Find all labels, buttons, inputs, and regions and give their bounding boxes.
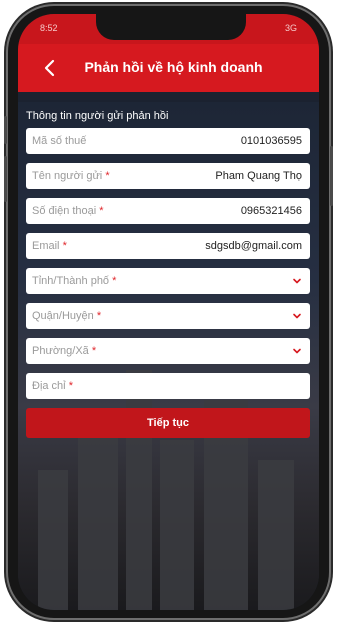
background-building — [160, 440, 194, 610]
email-placeholder: Email * — [32, 240, 67, 252]
district-select[interactable]: Quận/Huyện * — [26, 303, 310, 329]
district-placeholder: Quận/Huyện * — [32, 310, 102, 322]
tax-code-placeholder: Mã số thuế — [32, 135, 87, 147]
address-placeholder: Địa chỉ * — [32, 380, 73, 392]
camera-notch — [96, 14, 246, 40]
required-marker: * — [96, 310, 102, 322]
required-marker: * — [99, 205, 104, 217]
required-marker: * — [62, 240, 67, 252]
continue-button[interactable]: Tiếp tục — [26, 408, 310, 438]
background-building — [126, 370, 152, 610]
sender-name-field[interactable]: Tên người gửi * Pham Quang Thọ — [26, 163, 310, 189]
background-building — [38, 470, 68, 610]
app-header: Phản hồi về hộ kinh doanh — [18, 44, 319, 92]
phone-number-placeholder: Số điện thoại * — [32, 205, 104, 217]
volume-button — [4, 116, 7, 144]
required-marker: * — [68, 380, 73, 392]
email-field[interactable]: Email * sdgsdb@gmail.com — [26, 233, 310, 259]
phone-number-field[interactable]: Số điện thoại * 0965321456 — [26, 198, 310, 224]
chevron-down-icon — [293, 278, 301, 284]
status-time: 8:52 — [40, 23, 58, 33]
tax-code-value: 0101036595 — [240, 135, 302, 147]
sender-name-placeholder: Tên người gửi * — [32, 170, 110, 182]
chevron-down-icon — [293, 313, 301, 319]
province-select[interactable]: Tỉnh/Thành phố * — [26, 268, 310, 294]
ward-placeholder: Phường/Xã * — [32, 345, 97, 357]
volume-button — [4, 156, 7, 202]
phone-number-value: 0965321456 — [240, 205, 302, 217]
ward-select[interactable]: Phường/Xã * — [26, 338, 310, 364]
page-title: Phản hồi về hộ kinh doanh — [84, 59, 263, 75]
required-marker: * — [91, 345, 97, 357]
chevron-down-icon — [293, 348, 301, 354]
email-value: sdgsdb@gmail.com — [205, 240, 302, 252]
sender-name-value: Pham Quang Thọ — [215, 170, 302, 182]
section-label: Thông tin người gửi phản hồi — [26, 110, 169, 122]
address-field[interactable]: Địa chỉ * — [26, 373, 310, 399]
required-marker: * — [105, 170, 110, 182]
app-screen: 8:52 3G Phản hồi về hộ kinh doanh Thông … — [18, 14, 319, 610]
status-indicators: 3G — [284, 23, 297, 33]
tax-code-field[interactable]: Mã số thuế 0101036595 — [26, 128, 310, 154]
background-building — [258, 460, 294, 610]
required-marker: * — [112, 275, 117, 287]
power-button — [330, 146, 333, 206]
province-placeholder: Tỉnh/Thành phố * — [32, 275, 117, 287]
background-building — [78, 420, 118, 610]
